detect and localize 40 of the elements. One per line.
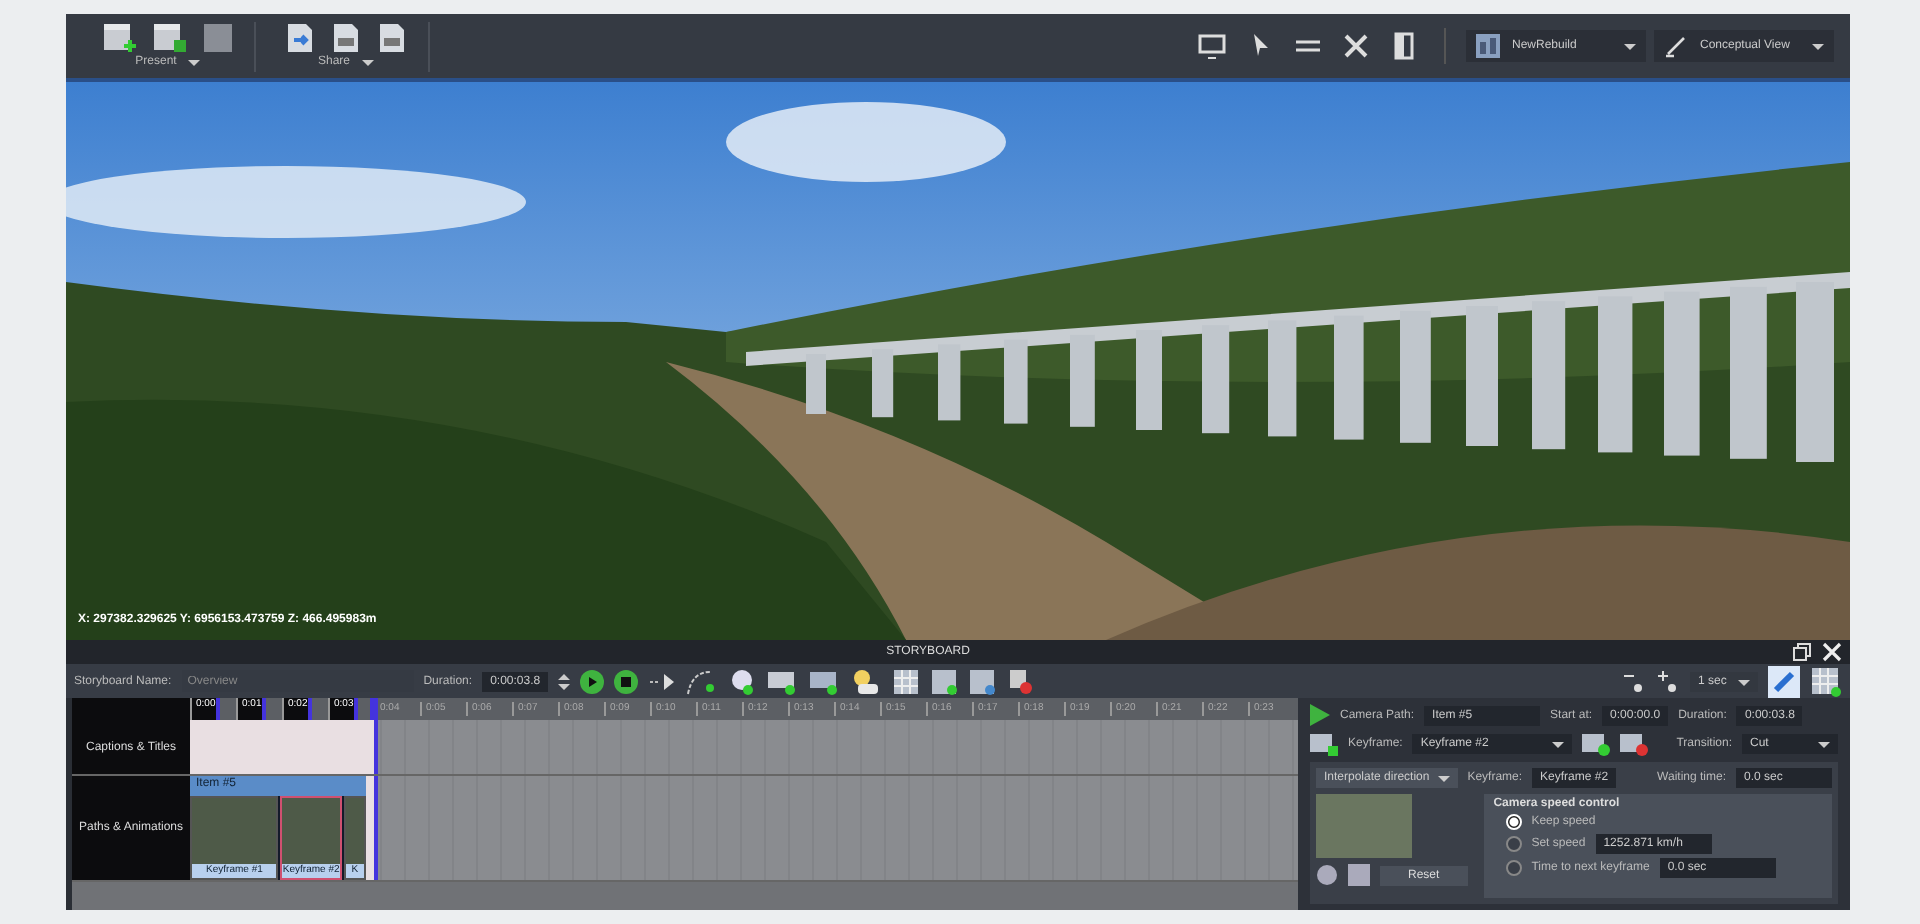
radio-button[interactable] — [1505, 836, 1522, 852]
zoom-in-icon[interactable] — [1656, 669, 1680, 693]
playhead-marker[interactable] — [370, 698, 378, 720]
panel-icon[interactable] — [1390, 32, 1418, 60]
caret-icon[interactable] — [362, 59, 374, 71]
ruler-corner — [72, 698, 190, 720]
keyframe-thumbnail-placeholder[interactable] — [192, 798, 277, 864]
keyframe-delete-icon[interactable] — [1620, 732, 1649, 756]
weather-icon[interactable] — [850, 667, 883, 695]
step-forward-icon[interactable] — [648, 671, 677, 691]
blank-tile-icon[interactable] — [202, 21, 234, 53]
item-delete-icon[interactable] — [1006, 667, 1035, 695]
stop-icon[interactable] — [614, 669, 639, 693]
monitor-icon[interactable] — [1198, 32, 1226, 60]
spinner-icon[interactable] — [558, 671, 571, 691]
restore-window-icon[interactable] — [1792, 642, 1813, 662]
curve-path-icon[interactable] — [686, 667, 719, 695]
play-icon[interactable] — [1310, 704, 1330, 726]
edit-mode-toggle[interactable] — [1768, 665, 1800, 697]
grid-edit-icon[interactable] — [968, 667, 997, 695]
keyframe-thumbnail-placeholder[interactable] — [345, 798, 364, 864]
keyframe-insert-icon[interactable] — [1582, 732, 1611, 756]
model-icon — [1476, 34, 1500, 58]
screen-add-icon[interactable] — [808, 667, 841, 695]
document-image-icon[interactable] — [376, 21, 408, 53]
zoom-out-icon[interactable] — [1622, 669, 1646, 693]
grid-add-icon[interactable] — [930, 667, 959, 695]
play-icon[interactable] — [580, 669, 605, 693]
screen-add-icon[interactable] — [766, 667, 799, 695]
document-film-icon[interactable] — [330, 21, 362, 53]
pencil-line-icon — [1664, 34, 1688, 58]
keyframe-thumbnail-placeholder[interactable] — [282, 798, 340, 864]
radio-button[interactable] — [1505, 860, 1522, 876]
grid-settings-icon[interactable] — [1810, 665, 1842, 697]
document-arrow-icon[interactable] — [284, 21, 316, 53]
keyframe-preview-placeholder — [1316, 794, 1412, 858]
grid-image-icon[interactable] — [892, 667, 921, 695]
close-icon[interactable] — [1822, 642, 1843, 662]
keyframe-add-icon[interactable] — [1310, 732, 1338, 756]
caret-icon[interactable] — [188, 59, 201, 71]
